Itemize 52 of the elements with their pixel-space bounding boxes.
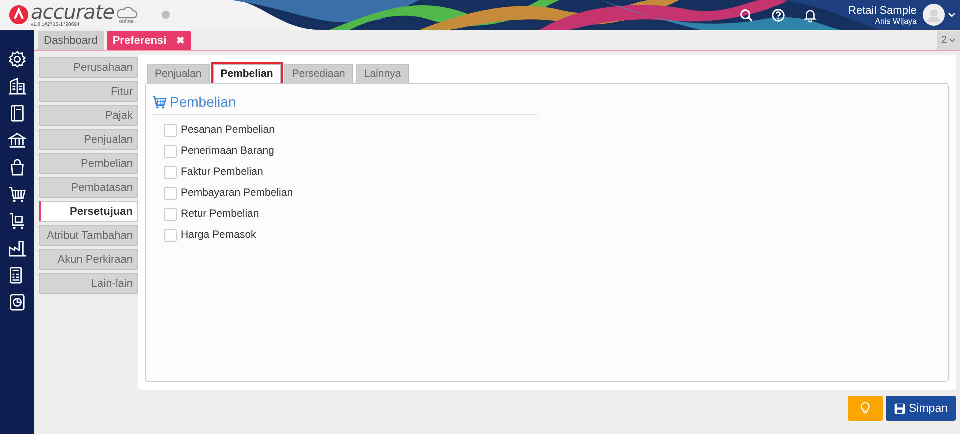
- menu-item[interactable]: Pembelian: [39, 153, 138, 174]
- lightbulb-icon: [860, 402, 871, 415]
- bank-icon[interactable]: [8, 131, 26, 150]
- search-icon[interactable]: [738, 8, 754, 22]
- checkbox[interactable]: [164, 144, 177, 158]
- logo-icon: [9, 5, 29, 25]
- user-name: Anis Wijaya: [875, 16, 917, 26]
- checkbox-label: Pesanan Pembelian: [181, 124, 275, 136]
- checkbox[interactable]: [164, 166, 177, 178]
- close-icon[interactable]: ✖: [176, 34, 185, 46]
- tab[interactable]: Lainnya: [356, 64, 410, 83]
- trolley-icon[interactable]: [8, 212, 26, 231]
- company-name: Retail Sample: [848, 4, 917, 16]
- chart-icon[interactable]: [8, 293, 26, 312]
- avatar-icon[interactable]: [923, 4, 945, 26]
- checkbox[interactable]: [164, 124, 177, 136]
- checkbox-label: Penerimaan Barang: [181, 145, 274, 157]
- checkbox-label: Retur Pembelian: [181, 208, 260, 220]
- tab[interactable]: Pembelian: [212, 64, 282, 83]
- checkbox[interactable]: [164, 208, 177, 220]
- chevron-down-icon[interactable]: [948, 12, 956, 18]
- cart-icon[interactable]: [8, 185, 26, 204]
- checkbox[interactable]: [164, 186, 177, 200]
- cart-icon: [152, 96, 167, 108]
- menu-item[interactable]: Penjualan: [39, 129, 138, 150]
- building-icon[interactable]: [8, 77, 26, 96]
- tab[interactable]: Penjualan: [147, 64, 210, 83]
- document-tab[interactable]: Dashboard: [38, 31, 104, 50]
- checkbox-label: Pembayaran Pembelian: [181, 187, 294, 199]
- section-title: Pembelian: [170, 94, 236, 110]
- settings-icon[interactable]: [8, 50, 26, 69]
- menu-item[interactable]: Pembatasan: [39, 177, 138, 198]
- save-button[interactable]: Simpan: [886, 396, 956, 421]
- menu-item[interactable]: Persetujuan: [39, 201, 138, 222]
- menu-item[interactable]: Fitur: [39, 81, 138, 102]
- chevron-down-icon: [949, 38, 956, 43]
- cloud-icon: [116, 7, 138, 19]
- help-icon[interactable]: [770, 8, 786, 22]
- menu-item[interactable]: Atribut Tambahan: [39, 225, 138, 246]
- menu-item[interactable]: Akun Perkiraan: [39, 249, 138, 270]
- menu-item[interactable]: Perusahaan: [39, 57, 138, 78]
- tab[interactable]: Persediaan: [284, 64, 354, 83]
- factory-icon[interactable]: [8, 239, 26, 258]
- notification-icon[interactable]: [802, 8, 818, 22]
- menu-item[interactable]: Lain-lain: [39, 273, 138, 294]
- tab-counter[interactable]: 2: [937, 31, 960, 50]
- checkbox-label: Faktur Pembelian: [181, 166, 264, 178]
- logo-text: accurate: [31, 2, 115, 22]
- checkbox[interactable]: [164, 228, 177, 242]
- menu-item[interactable]: Pajak: [39, 105, 138, 126]
- document-tab[interactable]: Preferensi ✖: [106, 31, 191, 50]
- checkbox-label: Harga Pemasok: [181, 229, 256, 241]
